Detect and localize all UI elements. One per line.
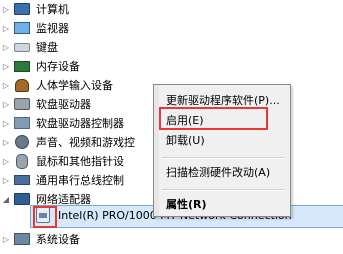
menu-item-label: 更新驱动程序软件(P)...	[166, 94, 280, 107]
tree-item-label: 通用串行总线控制	[36, 174, 124, 187]
menu-item-scan-hardware[interactable]: 扫描检测硬件改动(A)	[154, 163, 290, 181]
tree-item-label: 鼠标和其他指针设	[36, 155, 124, 168]
tree-item-label: 计算机	[36, 3, 69, 16]
highlight-enable-item	[159, 107, 268, 130]
menu-item-properties[interactable]: 属性(R)	[154, 195, 290, 213]
expand-arrow-icon[interactable]: ▷	[2, 138, 10, 147]
sound-icon	[14, 135, 30, 149]
tree-item-label: 系统设备	[36, 233, 80, 246]
expand-arrow-icon[interactable]: ▷	[2, 100, 10, 109]
system-icon	[14, 232, 30, 246]
expand-arrow-icon[interactable]: ▷	[2, 119, 10, 128]
tree-item-label: 内存设备	[36, 60, 80, 73]
tree-item-label: 声音、视频和游戏控	[36, 136, 135, 149]
menu-item-label: 属性(R)	[166, 198, 207, 211]
expand-arrow-icon[interactable]: ▷	[2, 176, 10, 185]
expand-arrow-icon[interactable]: ▷	[2, 157, 10, 166]
expand-arrow-icon[interactable]: ▷	[2, 62, 10, 71]
keyboard-icon	[14, 40, 30, 54]
tree-item-label: 软盘驱动器	[36, 98, 91, 111]
tree-item-label: 人体学输入设备	[36, 79, 113, 92]
floppy-drive-icon	[14, 97, 30, 111]
expand-arrow-icon[interactable]: ▷	[2, 24, 10, 33]
network-icon	[14, 192, 30, 206]
menu-separator	[162, 157, 284, 159]
menu-item-label: 扫描检测硬件改动(A)	[166, 166, 271, 179]
collapse-arrow-icon[interactable]: ◢	[2, 195, 10, 204]
menu-separator	[162, 189, 284, 191]
monitor-icon	[14, 21, 30, 35]
expand-arrow-icon[interactable]: ▷	[2, 81, 10, 90]
highlight-network-card-icon	[33, 206, 57, 228]
mouse-icon	[14, 153, 30, 169]
memory-icon	[14, 59, 30, 73]
hid-icon	[14, 78, 30, 92]
usb-icon	[14, 173, 30, 187]
expand-arrow-icon[interactable]: ▷	[2, 235, 10, 244]
computer-icon	[14, 2, 30, 16]
tree-item-label: 软盘驱动器控制器	[36, 117, 124, 130]
menu-item-label: 卸载(U)	[166, 134, 205, 147]
expand-arrow-icon[interactable]: ▷	[2, 43, 10, 52]
expand-arrow-icon[interactable]: ▷	[2, 5, 10, 14]
menu-item-uninstall[interactable]: 卸载(U)	[154, 131, 290, 149]
context-menu: 更新驱动程序软件(P)... 启用(E) 卸载(U) 扫描检测硬件改动(A) 属…	[153, 84, 291, 217]
tree-item-label: 键盘	[36, 41, 58, 54]
tree-item-label: 监视器	[36, 22, 69, 35]
controller-icon	[14, 116, 30, 130]
